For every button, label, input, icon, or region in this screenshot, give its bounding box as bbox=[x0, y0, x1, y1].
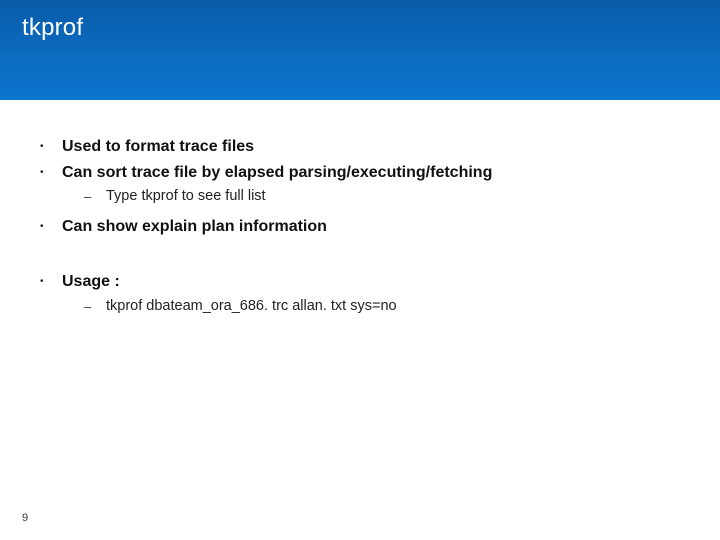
bullet-item: • Used to format trace files bbox=[40, 136, 680, 158]
bullet-text: Used to format trace files bbox=[62, 136, 254, 158]
sub-bullet-text: Type tkprof to see full list bbox=[106, 187, 266, 207]
slide: tkprof • Used to format trace files • Ca… bbox=[0, 0, 720, 540]
slide-title: tkprof bbox=[22, 14, 700, 42]
bullet-dash-icon: – bbox=[84, 187, 106, 206]
bullet-item: • Usage : bbox=[40, 271, 680, 293]
title-band: tkprof bbox=[0, 0, 720, 100]
bullet-dash-icon: – bbox=[84, 297, 106, 316]
bullet-dot-icon: • bbox=[40, 271, 62, 289]
sub-bullet-text: tkprof dbateam_ora_686. trc allan. txt s… bbox=[106, 297, 397, 317]
sub-bullet-item: – tkprof dbateam_ora_686. trc allan. txt… bbox=[40, 297, 680, 317]
content-area: • Used to format trace files • Can sort … bbox=[0, 100, 720, 317]
page-number: 9 bbox=[22, 512, 28, 524]
bullet-text: Can show explain plan information bbox=[62, 216, 327, 238]
sub-bullet-item: – Type tkprof to see full list bbox=[40, 187, 680, 207]
bullet-item: • Can show explain plan information bbox=[40, 216, 680, 238]
bullet-dot-icon: • bbox=[40, 162, 62, 180]
bullet-text: Can sort trace file by elapsed parsing/e… bbox=[62, 162, 492, 184]
bullet-text: Usage : bbox=[62, 271, 120, 293]
spacer bbox=[40, 241, 680, 271]
bullet-dot-icon: • bbox=[40, 136, 62, 154]
bullet-dot-icon: • bbox=[40, 216, 62, 234]
bullet-item: • Can sort trace file by elapsed parsing… bbox=[40, 162, 680, 184]
